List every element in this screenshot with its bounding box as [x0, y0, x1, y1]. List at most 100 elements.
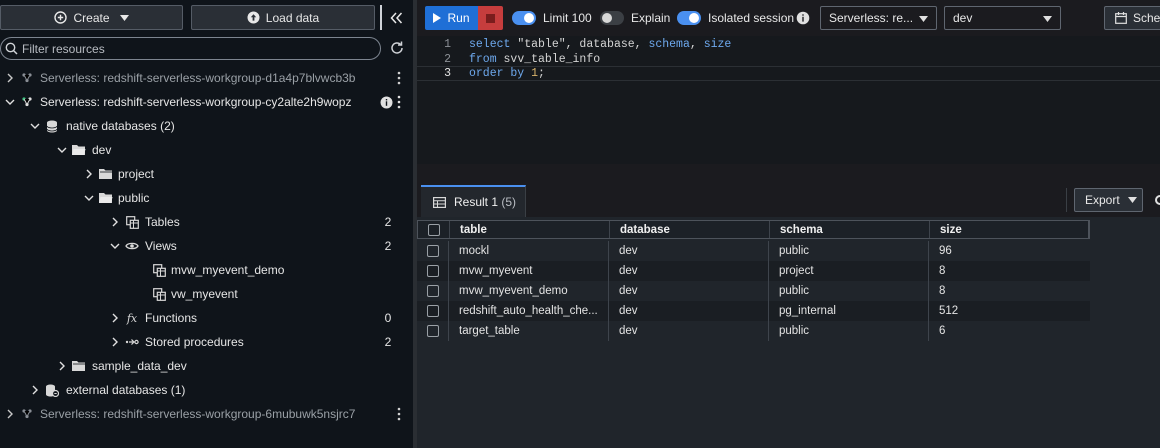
function-icon: fx [126, 311, 138, 325]
table-row[interactable]: mvw_myevent_demo dev public 8 [417, 281, 1090, 301]
more-actions-icon[interactable] [394, 94, 404, 110]
tree-database-sample[interactable]: sample_data_dev [0, 354, 413, 378]
tree-count: 2 [384, 215, 392, 229]
folder-icon [72, 361, 85, 371]
gear-icon[interactable] [1152, 192, 1160, 208]
info-icon[interactable] [380, 96, 393, 109]
tree-schema-project[interactable]: project [0, 162, 413, 186]
tree-stored-procedures[interactable]: Stored procedures 2 [0, 330, 413, 354]
tree-workgroup-2[interactable]: Serverless: redshift-serverless-workgrou… [0, 90, 413, 114]
table-cell[interactable]: public [768, 321, 928, 341]
caret-down-icon [1127, 197, 1137, 203]
tree-native-databases[interactable]: native databases (2) [0, 114, 413, 138]
row-checkbox[interactable] [426, 245, 439, 257]
row-select-cell[interactable] [417, 321, 448, 341]
run-button[interactable]: Run [425, 6, 478, 30]
select-all-cell[interactable] [418, 221, 449, 238]
tab-result-1[interactable]: Result 1 (5) [421, 185, 526, 217]
table-row[interactable]: redshift_auto_health_che... dev pg_interna… [417, 301, 1090, 321]
tree-label: native databases (2) [66, 119, 175, 133]
chevron-right-icon [32, 385, 38, 395]
table-cell[interactable]: 6 [928, 321, 1088, 341]
serverless-icon [22, 73, 32, 83]
table-row[interactable]: mvw_myevent dev project 8 [417, 261, 1090, 281]
column-header[interactable]: schema [769, 221, 929, 238]
row-select-cell[interactable] [417, 241, 448, 261]
refresh-icon[interactable] [389, 40, 405, 56]
row-select-cell[interactable] [417, 261, 448, 281]
schedule-label: Sched [1133, 11, 1160, 25]
table-cell[interactable]: public [768, 241, 928, 261]
tree-database-dev[interactable]: dev [0, 138, 413, 162]
chevron-right-icon [59, 361, 65, 371]
table-cell[interactable]: public [768, 281, 928, 301]
table-cell[interactable]: project [768, 261, 928, 281]
row-select-cell[interactable] [417, 281, 448, 301]
tree-schema-public[interactable]: public [0, 186, 413, 210]
database-select[interactable]: dev [944, 6, 1061, 30]
tree-view-item[interactable]: mvw_myevent_demo [0, 258, 413, 282]
explain-toggle[interactable] [600, 11, 624, 25]
table-row[interactable]: mockl dev public 96 [417, 241, 1090, 261]
tree-view-item[interactable]: vw_myevent [0, 282, 413, 306]
table-cell[interactable]: redshift_auto_health_che... [448, 301, 608, 321]
chevron-right-icon [112, 337, 118, 347]
double-chevron-left-icon [389, 11, 402, 24]
tree-external-databases[interactable]: external databases (1) [0, 378, 413, 402]
filter-resources-search [0, 37, 381, 60]
tree-tables[interactable]: Tables 2 [0, 210, 413, 234]
row-checkbox[interactable] [426, 285, 439, 297]
table-cell[interactable]: 96 [928, 241, 1088, 261]
collapse-panel-button[interactable] [380, 5, 410, 30]
info-icon[interactable] [796, 11, 810, 25]
create-button[interactable]: Create [0, 5, 183, 30]
limit-toggle[interactable] [512, 11, 536, 25]
table-cell[interactable]: mvw_myevent_demo [448, 281, 608, 301]
schedule-button[interactable]: Sched [1104, 6, 1160, 30]
tree-label: public [118, 191, 150, 205]
table-cell[interactable]: dev [608, 281, 768, 301]
row-select-cell[interactable] [417, 301, 448, 321]
load-data-button[interactable]: Load data [191, 5, 375, 30]
column-header[interactable]: size [929, 221, 1089, 238]
table-cell[interactable]: 8 [928, 281, 1088, 301]
table-cell[interactable]: dev [608, 301, 768, 321]
table-cell[interactable]: pg_internal [768, 301, 928, 321]
table-cell[interactable]: mockl [448, 241, 608, 261]
tree-workgroup-3[interactable]: Serverless: redshift-serverless-workgrou… [0, 402, 413, 426]
connection-select[interactable]: Serverless: re... [820, 6, 937, 30]
more-actions-icon[interactable] [394, 406, 404, 422]
tree-views[interactable]: Views 2 [0, 234, 413, 258]
play-icon [433, 13, 442, 23]
table-cell[interactable]: dev [608, 241, 768, 261]
row-checkbox[interactable] [426, 305, 439, 317]
row-checkbox[interactable] [426, 265, 439, 277]
filter-resources-input[interactable] [22, 41, 362, 56]
table-cell[interactable]: mvw_myevent [448, 261, 608, 281]
row-checkbox[interactable] [426, 325, 439, 337]
line-number: 1 [444, 38, 451, 51]
table-cell[interactable]: 8 [928, 261, 1088, 281]
code-text: order by 1; [469, 67, 545, 80]
tree-workgroup-1[interactable]: Serverless: redshift-serverless-workgrou… [0, 66, 413, 90]
table-cell[interactable]: 512 [928, 301, 1088, 321]
isolated-session-toggle[interactable] [677, 11, 701, 25]
more-actions-icon[interactable] [394, 70, 404, 86]
tree-count: 2 [384, 239, 392, 253]
editor-resize-bar[interactable] [417, 164, 1160, 180]
view-table-icon [152, 263, 166, 277]
export-button[interactable]: Export [1074, 188, 1143, 212]
calendar-icon [1115, 12, 1127, 24]
caret-down-icon [1043, 16, 1052, 22]
table-cell[interactable]: target_table [448, 321, 608, 341]
column-header[interactable]: table [449, 221, 609, 238]
table-row[interactable]: target_table dev public 6 [417, 321, 1090, 341]
table-cell[interactable]: dev [608, 261, 768, 281]
stop-button[interactable] [478, 6, 503, 30]
table-cell[interactable]: dev [608, 321, 768, 341]
tree-functions[interactable]: fx Functions 0 [0, 306, 413, 330]
select-all-checkbox[interactable] [427, 223, 440, 236]
column-header[interactable]: database [609, 221, 769, 238]
tree-label: Serverless: redshift-serverless-workgrou… [40, 95, 352, 109]
sql-editor[interactable]: 1 select "table", database, schema, size… [417, 36, 1160, 164]
